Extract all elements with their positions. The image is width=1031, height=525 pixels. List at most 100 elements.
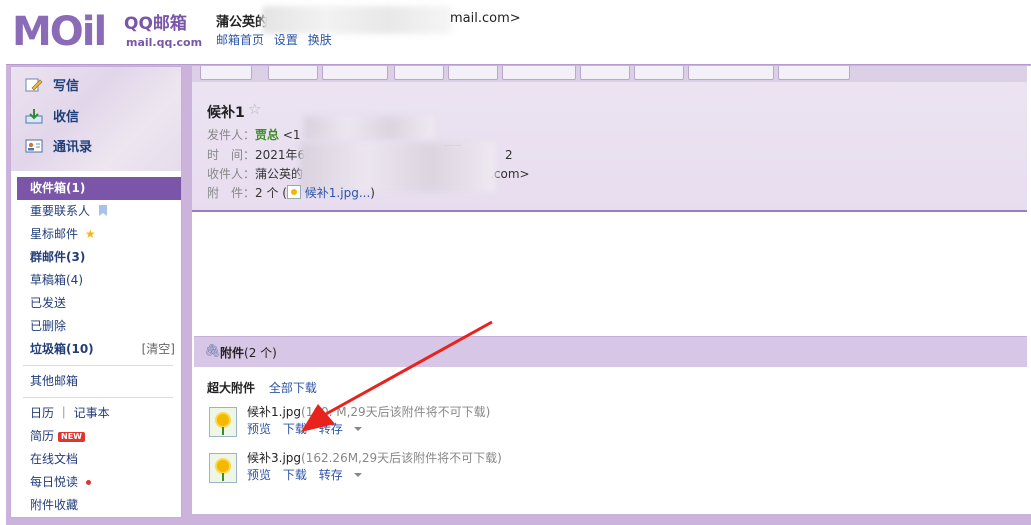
folder-label: 已删除 bbox=[30, 319, 67, 333]
redacted-blur bbox=[304, 116, 434, 140]
toolbar-button[interactable] bbox=[502, 66, 576, 80]
contacts-icon bbox=[25, 139, 43, 153]
change-skin-link[interactable]: 换肤 bbox=[308, 33, 332, 47]
folder-label: 垃圾箱(10) bbox=[30, 342, 94, 356]
account-email: mail.com> bbox=[450, 11, 521, 26]
toolbar-button[interactable] bbox=[688, 66, 774, 80]
caret-down-icon bbox=[353, 427, 362, 431]
download-link[interactable]: 下载 bbox=[283, 422, 307, 436]
mail-header: 候补1 ☆ 发件人：贾总 <1 时 间：2021年6 2 收件人：蒲公英的 qq… bbox=[192, 82, 1031, 212]
settings-link[interactable]: 设置 bbox=[274, 33, 298, 47]
folder-label: 收件箱(1) bbox=[30, 181, 86, 195]
app-daily-reading[interactable]: 每日悦读 bbox=[17, 471, 181, 494]
compose-label: 写信 bbox=[53, 79, 80, 94]
folder-label: 重要联系人 bbox=[30, 204, 91, 218]
app-resume[interactable]: 简历 NEW bbox=[17, 425, 181, 448]
receive-label: 收信 bbox=[53, 110, 80, 125]
attachment-bar: 🖇 附件(2 个) bbox=[194, 336, 1031, 367]
contacts-button[interactable]: 通讯录 bbox=[25, 137, 92, 159]
download-icon bbox=[25, 109, 43, 124]
sender-label: 发件人： bbox=[207, 128, 256, 142]
app-label: 简历 bbox=[30, 429, 55, 443]
other-mailboxes[interactable]: 其他邮箱 bbox=[17, 370, 181, 393]
unread-dot bbox=[86, 480, 92, 485]
preview-link[interactable]: 预览 bbox=[247, 468, 271, 482]
attachment-count: 2 个 ( bbox=[255, 186, 287, 200]
empty-spam-link[interactable]: [清空] bbox=[142, 338, 175, 361]
folder-sent[interactable]: 已发送 bbox=[17, 292, 181, 315]
app-label: 在线文档 bbox=[30, 452, 79, 466]
star-icon: ★ bbox=[84, 227, 96, 241]
app-calendar-notes[interactable]: 日历 ｜ 记事本 bbox=[17, 402, 181, 425]
divider bbox=[23, 365, 173, 366]
folder-group-mail[interactable]: 群邮件(3) bbox=[17, 246, 181, 269]
app-label: 每日悦读 bbox=[30, 475, 79, 489]
folder-spam[interactable]: 垃圾箱(10) [清空] bbox=[17, 338, 181, 361]
sender-row: 发件人：贾总 <1 bbox=[207, 126, 301, 144]
sunflower-thumbnail-icon[interactable] bbox=[209, 407, 237, 437]
sender-name[interactable]: 贾总 bbox=[255, 128, 279, 142]
logo-url-text: mail.qq.com bbox=[126, 36, 203, 49]
save-label: 转存 bbox=[318, 468, 343, 482]
toolbar-button[interactable] bbox=[448, 66, 498, 80]
attachment-link[interactable]: 候补1.jpg... bbox=[305, 186, 370, 200]
attachment-label: 附 件： bbox=[207, 186, 256, 200]
folder-important-contacts[interactable]: 重要联系人 bbox=[17, 200, 181, 223]
account-name: 蒲公英的 bbox=[216, 15, 269, 30]
attachment-filename: 候补1.jpg(160. M,29天后该附件将不可下载) bbox=[247, 403, 490, 420]
page-edge bbox=[1027, 66, 1031, 514]
save-to-dropdown[interactable]: 转存 bbox=[319, 468, 370, 482]
folder-drafts[interactable]: 草稿箱(4) bbox=[17, 269, 181, 292]
preview-link[interactable]: 预览 bbox=[247, 422, 271, 436]
sidebar: 写信 收信 通讯录 收件箱(1) 重要联系人 星标邮件 ★ 群邮件(3) 草稿箱… bbox=[10, 66, 182, 518]
folder-deleted[interactable]: 已删除 bbox=[17, 315, 181, 338]
star-outline-icon[interactable]: ☆ bbox=[248, 100, 261, 118]
save-to-dropdown[interactable]: 转存 bbox=[319, 422, 370, 436]
mail-read-pane: 候补1 ☆ 发件人：贾总 <1 时 间：2021年6 2 收件人：蒲公英的 qq… bbox=[192, 66, 1031, 514]
qqmail-logo[interactable]: MOil QQ邮箱 mail.qq.com bbox=[12, 10, 202, 54]
mail-toolbar bbox=[192, 66, 1031, 82]
toolbar-button[interactable] bbox=[268, 66, 318, 80]
attachment-close: ) bbox=[370, 186, 375, 200]
attachment-count: (2 个) bbox=[244, 346, 277, 360]
time-tail: 2 bbox=[505, 148, 513, 162]
compose-button[interactable]: 写信 bbox=[25, 76, 79, 98]
app-online-docs[interactable]: 在线文档 bbox=[17, 448, 181, 471]
toolbar-button[interactable] bbox=[580, 66, 630, 80]
toolbar-button[interactable] bbox=[394, 66, 444, 80]
file-meta: (162.26M,29天后该附件将不可下载) bbox=[301, 451, 502, 465]
attachment-item: 候补1.jpg(160. M,29天后该附件将不可下载) 预览 下载 转存 bbox=[209, 403, 809, 443]
receive-button[interactable]: 收信 bbox=[25, 107, 79, 129]
folder-label: 群邮件(3) bbox=[30, 250, 86, 264]
quick-actions: 写信 收信 通讯录 bbox=[11, 67, 181, 171]
pencil-icon bbox=[25, 78, 43, 92]
folder-inbox[interactable]: 收件箱(1) bbox=[17, 177, 181, 200]
attachment-item: 候补3.jpg(162.26M,29天后该附件将不可下载) 预览 下载 转存 bbox=[209, 449, 809, 489]
paperclip-icon: 🖇 bbox=[204, 344, 221, 359]
divider bbox=[23, 397, 173, 398]
contacts-label: 通讯录 bbox=[53, 140, 93, 155]
attachment-title: 附件 bbox=[220, 346, 245, 360]
app-label: 日历 ｜ 记事本 bbox=[30, 406, 110, 420]
image-file-icon bbox=[286, 185, 301, 199]
mail-subject: 候补1 bbox=[207, 105, 245, 121]
caret-down-icon bbox=[353, 473, 362, 477]
save-label: 转存 bbox=[318, 422, 343, 436]
logo-qq-text: QQ邮箱 bbox=[124, 14, 187, 34]
sender-address: <1 bbox=[282, 128, 301, 142]
folder-starred[interactable]: 星标邮件 ★ bbox=[17, 223, 181, 246]
time-value: 2021年6 bbox=[255, 148, 306, 162]
folder-list: 收件箱(1) 重要联系人 星标邮件 ★ 群邮件(3) 草稿箱(4) 已发送 已删… bbox=[17, 177, 181, 517]
download-all-link[interactable]: 全部下载 bbox=[269, 381, 317, 395]
toolbar-button[interactable] bbox=[200, 66, 252, 80]
sunflower-thumbnail-icon[interactable] bbox=[209, 453, 237, 483]
folder-label: 星标邮件 bbox=[30, 227, 79, 241]
mailbox-home-link[interactable]: 邮箱首页 bbox=[216, 33, 264, 47]
attachment-actions: 预览 下载 转存 bbox=[247, 420, 378, 437]
attachment-actions: 预览 下载 转存 bbox=[247, 466, 378, 483]
super-attachment-row: 超大附件 全部下载 bbox=[207, 379, 317, 396]
toolbar-button[interactable] bbox=[778, 66, 850, 80]
toolbar-button[interactable] bbox=[634, 66, 684, 80]
download-link[interactable]: 下载 bbox=[283, 468, 307, 482]
toolbar-button[interactable] bbox=[322, 66, 388, 80]
